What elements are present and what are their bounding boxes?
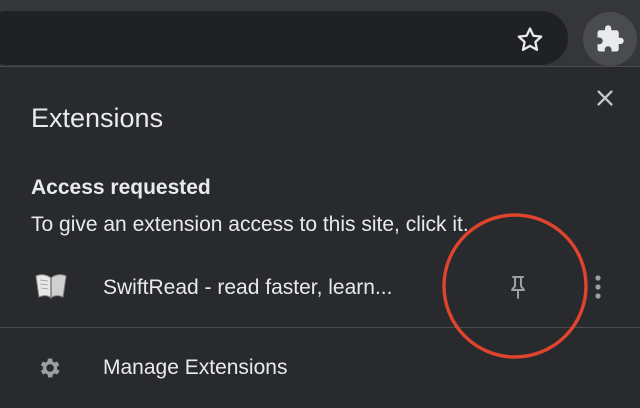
section-heading: Access requested xyxy=(31,176,211,199)
bookmark-star-button[interactable] xyxy=(510,20,550,60)
open-book-icon xyxy=(35,274,67,300)
pin-button[interactable] xyxy=(500,267,536,307)
gear-icon xyxy=(40,358,60,378)
browser-toolbar xyxy=(0,0,640,66)
puzzle-piece-icon xyxy=(597,25,624,52)
close-button[interactable] xyxy=(590,83,620,113)
section-description: To give an extension access to this site… xyxy=(31,213,469,236)
pin-icon xyxy=(511,276,525,299)
more-options-button[interactable] xyxy=(588,265,608,309)
divider xyxy=(0,327,640,328)
manage-extensions-label: Manage Extensions xyxy=(103,356,288,379)
manage-extensions-row[interactable]: Manage Extensions xyxy=(0,335,640,397)
browser-window: Extensions Access requested To give an e… xyxy=(0,0,640,408)
more-vertical-icon xyxy=(595,275,601,299)
extension-row[interactable]: SwiftRead - read faster, learn... xyxy=(0,259,640,317)
extensions-button[interactable] xyxy=(583,12,637,66)
extensions-popup: Extensions Access requested To give an e… xyxy=(0,66,640,408)
star-icon xyxy=(517,27,543,51)
extension-name: SwiftRead - read faster, learn... xyxy=(103,276,393,299)
popup-title: Extensions xyxy=(31,103,164,133)
close-icon xyxy=(597,90,613,106)
address-bar[interactable] xyxy=(0,11,568,65)
